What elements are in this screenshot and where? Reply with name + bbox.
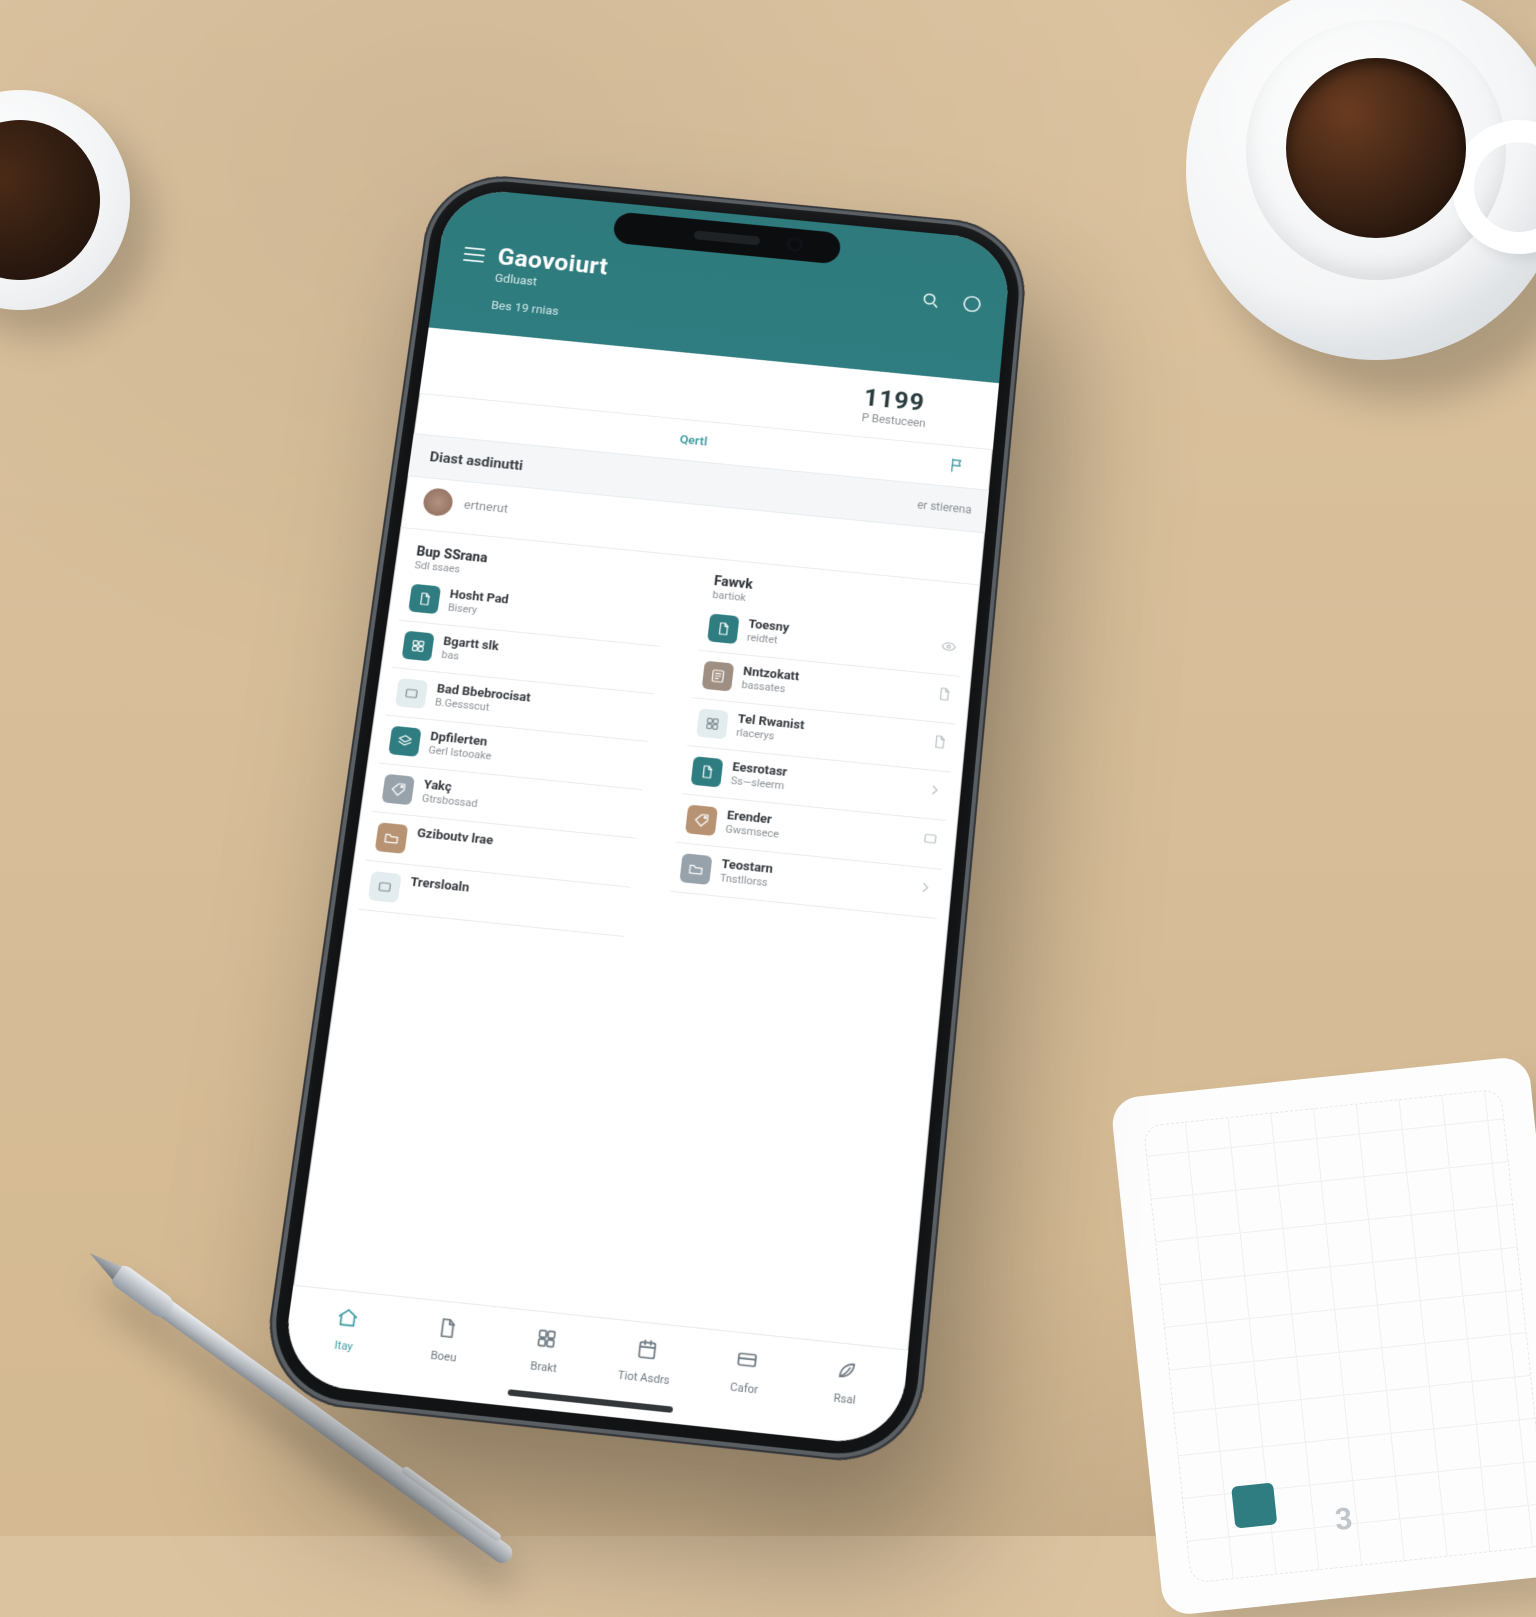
- nav-grid[interactable]: Brakt: [493, 1322, 599, 1379]
- nav-label: Cafor: [729, 1380, 758, 1396]
- doc-icon: [434, 1316, 460, 1345]
- app-screen: Gaovoiurt Gdluast Bes 19 rnias: [280, 187, 1013, 1448]
- nav-home[interactable]: Itay: [293, 1301, 399, 1358]
- overflow-icon[interactable]: [951, 403, 974, 425]
- box-icon: [368, 871, 402, 903]
- folder-icon: [679, 853, 712, 885]
- folder-icon: [375, 822, 409, 854]
- nav-label: Brakt: [530, 1359, 558, 1375]
- menu-button[interactable]: [463, 247, 486, 263]
- leaf-icon: [834, 1358, 859, 1387]
- avatar: [422, 487, 455, 517]
- right-column: Fawvk bartiok ToesnyreidtetNntzokattbass…: [630, 566, 968, 1270]
- nav-doc[interactable]: Boeu: [393, 1311, 499, 1368]
- nav-label: Tiot Asdrs: [617, 1368, 670, 1387]
- grid-icon: [696, 708, 729, 739]
- section-sub: er stierena: [917, 498, 973, 516]
- layers-icon: [388, 726, 421, 757]
- grid-icon: [402, 631, 435, 662]
- nav-label: Itay: [334, 1338, 354, 1353]
- nav-calendar[interactable]: Tiot Asdrs: [593, 1333, 698, 1390]
- bottom-nav: Itay Boeu Brakt Tiot Asdrs Cafor Rsal: [280, 1285, 909, 1448]
- nav-card[interactable]: Cafor: [693, 1343, 798, 1400]
- nav-label: Boeu: [430, 1348, 457, 1364]
- box-icon: [395, 678, 428, 709]
- box-icon: [921, 830, 939, 851]
- nav-leaf[interactable]: Rsal: [794, 1354, 899, 1411]
- doc-icon: [691, 756, 724, 787]
- left-column: Bup SSrana Sdl ssaes Hosht PadBiseryBgar…: [317, 536, 670, 1237]
- doc-icon: [707, 613, 739, 644]
- profile-icon[interactable]: [960, 292, 985, 315]
- section-title: Diast asdinutti: [429, 448, 524, 473]
- phone-mockup: Gaovoiurt Gdluast Bes 19 rnias: [259, 169, 1031, 1468]
- nav-label: Rsal: [833, 1391, 856, 1407]
- grid-icon: [534, 1326, 560, 1355]
- home-indicator: [507, 1389, 673, 1413]
- home-icon: [334, 1305, 360, 1334]
- doc-icon: [931, 734, 949, 754]
- chev-icon: [917, 879, 935, 900]
- flag-icon[interactable]: [948, 457, 969, 477]
- search-icon[interactable]: [918, 288, 943, 311]
- profile-label: ertnerut: [463, 498, 509, 516]
- doc-icon: [408, 584, 441, 615]
- doc-icon: [935, 686, 952, 706]
- chev-icon: [926, 782, 944, 803]
- quick-link[interactable]: Qertl: [679, 433, 708, 449]
- content-columns: Bup SSrana Sdl ssaes Hosht PadBiseryBgar…: [304, 528, 980, 1272]
- eye-icon: [940, 638, 957, 658]
- calendar-icon: [634, 1337, 660, 1366]
- sheet-icon: [702, 661, 734, 692]
- tag-icon: [382, 774, 415, 805]
- card-icon: [734, 1347, 760, 1376]
- tag-icon: [685, 804, 718, 836]
